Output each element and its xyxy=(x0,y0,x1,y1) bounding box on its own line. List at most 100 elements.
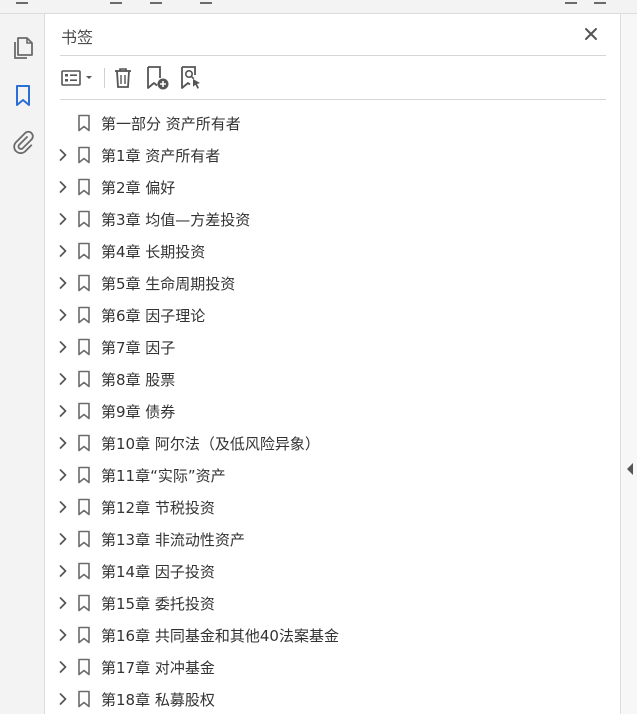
bookmark-item[interactable]: 第13章 非流动性资产 xyxy=(46,523,620,555)
new-bookmark-button[interactable] xyxy=(143,64,171,92)
bookmark-item[interactable]: 第11章“实际”资产 xyxy=(46,459,620,491)
toolbar-icon-fragment[interactable] xyxy=(150,0,162,4)
chevron-right-icon xyxy=(59,597,67,609)
chevron-right-icon xyxy=(59,565,67,577)
expand-toggle[interactable] xyxy=(56,691,70,707)
chevron-right-icon xyxy=(59,245,67,257)
bookmark-label: 第7章 因子 xyxy=(101,339,176,357)
bookmark-label: 第8章 股票 xyxy=(101,371,176,389)
expand-toggle[interactable] xyxy=(56,403,70,419)
toolbar-icon-fragment[interactable] xyxy=(16,0,28,4)
bookmark-icon xyxy=(77,594,91,612)
bookmark-label: 第10章 阿尔法（及低风险异象） xyxy=(101,435,320,453)
bookmark-label: 第18章 私募股权 xyxy=(101,691,215,709)
bookmark-tree: 第一部分 资产所有者第1章 资产所有者第2章 偏好 第3章 均值—方差投资 第4章 … xyxy=(46,107,620,714)
chevron-right-icon xyxy=(59,693,67,705)
chevron-right-icon xyxy=(59,437,67,449)
expand-toggle[interactable] xyxy=(56,179,70,195)
chevron-right-icon xyxy=(59,469,67,481)
bookmark-item[interactable]: 第2章 偏好 xyxy=(46,171,620,203)
bookmark-item[interactable]: 第8章 股票 xyxy=(46,363,620,395)
toolbar-separator xyxy=(104,68,105,88)
page-thumbnails-button[interactable] xyxy=(7,32,39,64)
attachments-button[interactable] xyxy=(7,126,39,158)
chevron-right-icon xyxy=(59,149,67,161)
bookmark-icon xyxy=(77,114,91,132)
bookmark-label: 第11章“实际”资产 xyxy=(101,467,226,485)
toolbar-icon-fragment[interactable] xyxy=(200,0,212,4)
bookmark-icon xyxy=(77,210,91,228)
chevron-right-icon xyxy=(59,405,67,417)
expand-toggle[interactable] xyxy=(56,563,70,579)
bookmark-icon xyxy=(77,178,91,196)
chevron-right-icon xyxy=(59,533,67,545)
bookmarks-button[interactable] xyxy=(7,80,39,112)
bookmark-item[interactable]: 第5章 生命周期投资 xyxy=(46,267,620,299)
find-current-bookmark-button[interactable] xyxy=(177,64,205,92)
bookmark-item[interactable]: 第16章 共同基金和其他40法案基金 xyxy=(46,619,620,651)
bookmark-item[interactable]: 第一部分 资产所有者 xyxy=(46,107,620,139)
bookmark-item[interactable]: 第10章 阿尔法（及低风险异象） xyxy=(46,427,620,459)
toolbar-icon-fragment[interactable] xyxy=(594,0,606,4)
expand-toggle[interactable] xyxy=(56,595,70,611)
bookmark-item[interactable]: 第12章 节税投资 xyxy=(46,491,620,523)
acrobat-bookmarks-window: 书签 第一部分 资产所有者 第1章 资产所有者 第2章 偏好 第3章 均值—方差… xyxy=(0,0,637,714)
expand-toggle[interactable] xyxy=(56,339,70,355)
bookmark-label: 第5章 生命周期投资 xyxy=(101,275,236,293)
toolbar-icon-fragment[interactable] xyxy=(565,0,577,4)
expand-toggle[interactable] xyxy=(56,211,70,227)
bookmark-icon xyxy=(77,370,91,388)
bookmark-icon xyxy=(77,530,91,548)
bookmark-item[interactable]: 第4章 长期投资 xyxy=(46,235,620,267)
delete-bookmark-button[interactable] xyxy=(110,64,136,92)
bookmark-item[interactable]: 第18章 私募股权 xyxy=(46,683,620,714)
bookmark-item[interactable]: 第1章 资产所有者 xyxy=(46,139,620,171)
options-menu-button[interactable] xyxy=(60,64,96,92)
expand-toggle[interactable] xyxy=(56,531,70,547)
bookmark-label: 第13章 非流动性资产 xyxy=(101,531,245,549)
panel-title: 书签 xyxy=(61,28,94,47)
toolbar-icon-fragment[interactable] xyxy=(110,0,122,4)
expand-toggle[interactable] xyxy=(56,147,70,163)
chevron-down-icon xyxy=(86,76,92,79)
bookmark-label: 第6章 因子理论 xyxy=(101,307,206,325)
add-bookmark-icon xyxy=(147,66,169,90)
toolbar-divider xyxy=(60,99,606,100)
bookmark-item[interactable]: 第7章 因子 xyxy=(46,331,620,363)
expand-toggle[interactable] xyxy=(56,467,70,483)
bookmark-icon xyxy=(77,562,91,580)
title-divider xyxy=(60,55,606,56)
expand-toggle[interactable] xyxy=(56,435,70,451)
bookmark-label: 第14章 因子投资 xyxy=(101,563,215,581)
bookmark-item[interactable]: 第17章 对冲基金 xyxy=(46,651,620,683)
expand-toggle[interactable] xyxy=(56,371,70,387)
bookmark-item[interactable]: 第9章 债券 xyxy=(46,395,620,427)
expand-toggle[interactable] xyxy=(56,499,70,515)
bookmark-icon xyxy=(77,498,91,516)
chevron-right-icon xyxy=(59,213,67,225)
chevron-right-icon xyxy=(59,501,67,513)
chevron-right-icon xyxy=(59,181,67,193)
collapse-left-icon[interactable] xyxy=(626,462,634,476)
bookmark-item[interactable]: 第15章 委托投资 xyxy=(46,587,620,619)
panel-collapse-strip xyxy=(620,14,637,714)
bookmark-icon xyxy=(77,402,91,420)
expand-toggle[interactable] xyxy=(56,275,70,291)
bookmark-item[interactable]: 第3章 均值—方差投资 xyxy=(46,203,620,235)
bookmark-icon xyxy=(77,242,91,260)
bookmark-icon xyxy=(77,690,91,708)
expand-toggle[interactable] xyxy=(56,307,70,323)
navigation-rail xyxy=(0,14,45,714)
chevron-right-icon xyxy=(59,373,67,385)
expand-toggle[interactable] xyxy=(56,627,70,643)
bookmark-item[interactable]: 第14章 因子投资 xyxy=(46,555,620,587)
bookmark-icon xyxy=(77,338,91,356)
bookmark-icon xyxy=(16,85,30,106)
bookmark-item[interactable]: 第6章 因子理论 xyxy=(46,299,620,331)
expand-toggle[interactable] xyxy=(56,659,70,675)
close-panel-button[interactable] xyxy=(581,24,601,44)
bookmark-icon xyxy=(77,434,91,452)
expand-toggle[interactable] xyxy=(56,243,70,259)
options-list-icon xyxy=(61,70,92,86)
bookmark-label: 第1章 资产所有者 xyxy=(101,147,221,165)
